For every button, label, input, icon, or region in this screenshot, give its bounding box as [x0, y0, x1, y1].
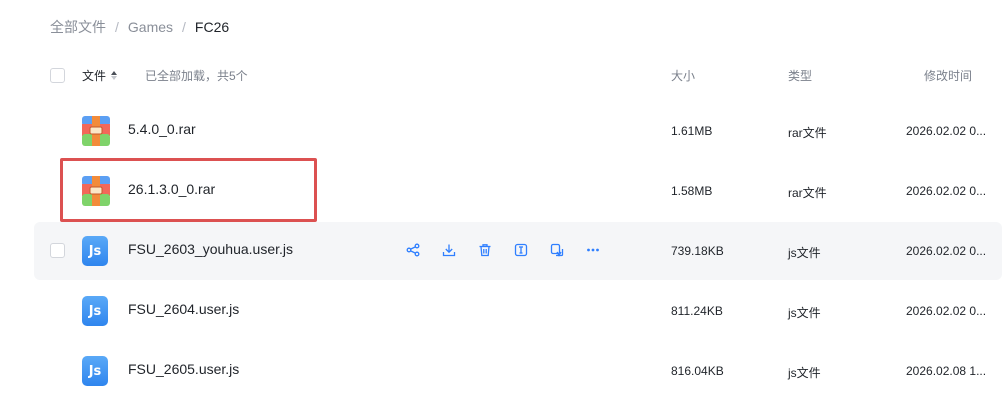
breadcrumb-current: FC26 — [194, 19, 230, 35]
column-size-header[interactable]: 大小 — [671, 67, 695, 84]
js-badge: Js — [82, 356, 108, 386]
file-type: js文件 — [788, 306, 821, 320]
file-modified-time: 2026.02.02 0... — [906, 124, 987, 138]
file-row[interactable]: Js FSU_2605.user.js 816.04KB js文件 2026.0… — [34, 342, 1002, 400]
share-icon[interactable] — [404, 241, 422, 259]
file-row[interactable]: Js FSU_2604.user.js 811.24KB js文件 2026.0… — [34, 282, 1002, 340]
select-all-checkbox[interactable] — [50, 68, 65, 83]
file-row[interactable]: Js FSU_2603_youhua.user.js 739.18KB js文件… — [34, 222, 1002, 280]
rename-icon[interactable] — [512, 241, 530, 259]
js-file-icon: Js — [82, 236, 110, 266]
file-name[interactable]: FSU_2604.user.js — [128, 301, 239, 317]
file-type: rar文件 — [788, 126, 827, 140]
breadcrumb-separator: / — [115, 19, 119, 35]
loaded-status: 已全部加载，共5个 — [145, 69, 248, 83]
file-modified-time: 2026.02.02 0... — [906, 244, 987, 258]
breadcrumb: 全部文件 / Games / FC26 — [50, 17, 229, 37]
file-row[interactable]: 26.1.3.0_0.rar 1.58MB rar文件 2026.02.02 0… — [34, 162, 1002, 220]
copy-icon[interactable] — [548, 241, 566, 259]
file-name[interactable]: FSU_2605.user.js — [128, 361, 239, 377]
delete-icon[interactable] — [476, 241, 494, 259]
row-checkbox[interactable] — [50, 243, 65, 258]
file-type: js文件 — [788, 366, 821, 380]
breadcrumb-games[interactable]: Games — [128, 19, 173, 35]
file-modified-time: 2026.02.02 0... — [906, 304, 987, 318]
column-name-label: 文件 — [82, 69, 107, 83]
breadcrumb-separator: / — [182, 19, 186, 35]
download-icon[interactable] — [440, 241, 458, 259]
breadcrumb-all-files[interactable]: 全部文件 — [50, 17, 106, 37]
file-name[interactable]: 26.1.3.0_0.rar — [128, 181, 215, 197]
sort-icon[interactable] — [111, 71, 118, 80]
rar-archive-icon — [82, 116, 110, 146]
column-name-header[interactable]: 文件 — [82, 67, 118, 84]
file-modified-time: 2026.02.08 1... — [906, 364, 987, 378]
file-size: 811.24KB — [671, 304, 723, 318]
more-icon[interactable] — [584, 241, 602, 259]
file-size: 816.04KB — [671, 364, 724, 378]
file-type: js文件 — [788, 246, 821, 260]
js-badge: Js — [82, 236, 108, 266]
file-modified-time: 2026.02.02 0... — [906, 184, 987, 198]
js-badge: Js — [82, 296, 108, 326]
row-actions — [404, 241, 602, 259]
file-row[interactable]: 5.4.0_0.rar 1.61MB rar文件 2026.02.02 0... — [34, 102, 1002, 160]
rar-archive-icon — [82, 176, 110, 206]
file-size: 739.18KB — [671, 244, 724, 258]
file-type: rar文件 — [788, 186, 827, 200]
column-modified-header[interactable]: 修改时间 — [924, 67, 972, 84]
file-size: 1.58MB — [671, 184, 713, 198]
file-list-header: 文件 已全部加载，共5个 大小 类型 修改时间 — [0, 56, 1002, 94]
column-type-header[interactable]: 类型 — [788, 67, 812, 84]
js-file-icon: Js — [82, 296, 110, 326]
js-file-icon: Js — [82, 356, 110, 386]
file-name[interactable]: 5.4.0_0.rar — [128, 121, 196, 137]
file-name[interactable]: FSU_2603_youhua.user.js — [128, 241, 293, 257]
file-size: 1.61MB — [671, 124, 713, 138]
